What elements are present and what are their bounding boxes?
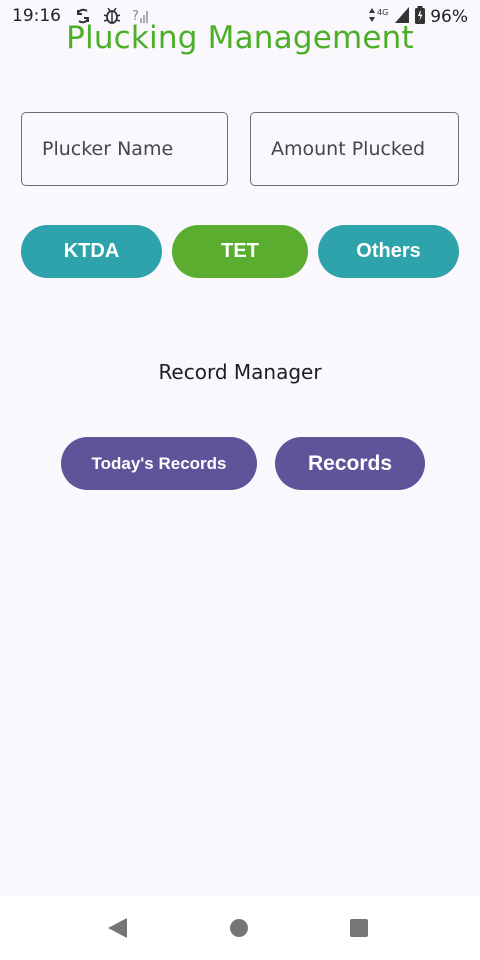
- home-icon[interactable]: [230, 919, 248, 937]
- navigation-bar: [0, 896, 480, 960]
- amount-plucked-input[interactable]: [251, 113, 458, 185]
- plucker-name-field[interactable]: [21, 112, 228, 186]
- records-button[interactable]: Records: [275, 437, 425, 490]
- network-type: 4G: [377, 8, 388, 17]
- recents-icon[interactable]: [350, 919, 368, 937]
- back-icon[interactable]: [108, 918, 127, 938]
- record-manager-heading: Record Manager: [158, 360, 322, 384]
- amount-plucked-field[interactable]: [250, 112, 459, 186]
- plucker-name-input[interactable]: [22, 113, 227, 185]
- ktda-button[interactable]: KTDA: [21, 225, 162, 278]
- todays-records-button[interactable]: Today's Records: [61, 437, 257, 490]
- page-title: Plucking Management: [66, 20, 414, 56]
- tet-button[interactable]: TET: [172, 225, 308, 278]
- others-button[interactable]: Others: [318, 225, 459, 278]
